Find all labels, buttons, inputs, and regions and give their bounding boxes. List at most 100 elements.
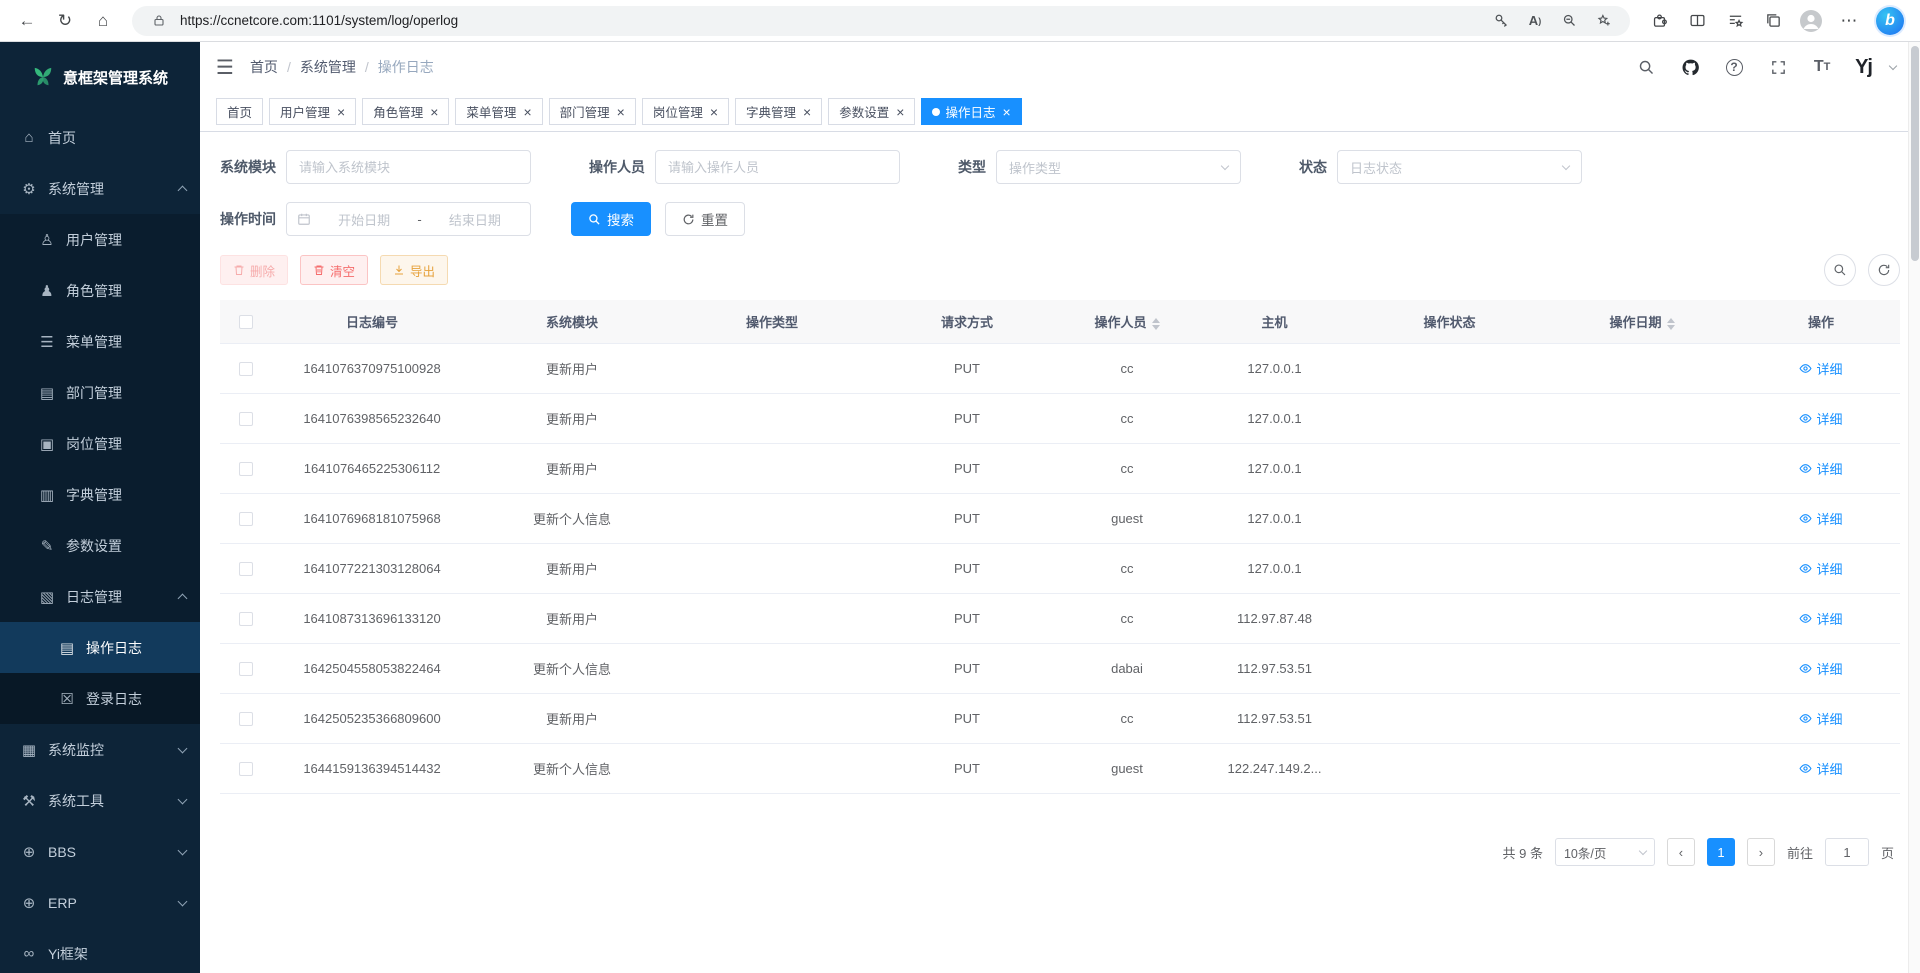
status-select[interactable]: 日志状态 bbox=[1337, 150, 1582, 184]
type-select[interactable]: 操作类型 bbox=[996, 150, 1241, 184]
zoom-out-icon[interactable] bbox=[1556, 8, 1582, 34]
select-all-checkbox[interactable] bbox=[239, 315, 253, 329]
table-refresh-button[interactable] bbox=[1868, 254, 1900, 286]
close-icon[interactable]: × bbox=[710, 105, 718, 119]
row-checkbox[interactable] bbox=[239, 562, 253, 576]
help-icon[interactable]: ? bbox=[1723, 56, 1745, 78]
export-button[interactable]: 导出 bbox=[380, 255, 448, 285]
address-bar[interactable]: https://ccnetcore.com:1101/system/log/op… bbox=[132, 6, 1630, 36]
reset-button[interactable]: 重置 bbox=[665, 202, 745, 236]
header-search-icon[interactable] bbox=[1635, 56, 1657, 78]
github-icon[interactable] bbox=[1679, 56, 1701, 78]
operator-input[interactable] bbox=[655, 150, 900, 184]
date-range-input[interactable]: 开始日期 - 结束日期 bbox=[286, 202, 531, 236]
row-checkbox[interactable] bbox=[239, 512, 253, 526]
sidebar-item-bbs[interactable]: ⊕BBS bbox=[0, 826, 200, 877]
sidebar-item-post[interactable]: ▣岗位管理 bbox=[0, 418, 200, 469]
chevron-down-icon[interactable] bbox=[1882, 56, 1904, 78]
prev-page-button[interactable]: ‹ bbox=[1667, 838, 1695, 866]
detail-link[interactable]: 详细 bbox=[1799, 459, 1842, 478]
password-key-icon[interactable] bbox=[1488, 8, 1514, 34]
scrollbar-thumb[interactable] bbox=[1911, 46, 1919, 261]
tab-item[interactable]: 参数设置× bbox=[828, 98, 915, 125]
url-text[interactable]: https://ccnetcore.com:1101/system/log/op… bbox=[180, 13, 1480, 28]
browser-more-menu-icon[interactable]: ⋯ bbox=[1832, 5, 1866, 37]
detail-link[interactable]: 详细 bbox=[1799, 409, 1842, 428]
profile-avatar[interactable] bbox=[1794, 5, 1828, 37]
detail-link[interactable]: 详细 bbox=[1799, 509, 1842, 528]
detail-link[interactable]: 详细 bbox=[1799, 659, 1842, 678]
row-checkbox[interactable] bbox=[239, 662, 253, 676]
fullscreen-icon[interactable] bbox=[1767, 56, 1789, 78]
breadcrumb-item[interactable]: 首页 bbox=[250, 57, 278, 77]
user-avatar[interactable]: Yj bbox=[1855, 56, 1872, 79]
search-button[interactable]: 搜索 bbox=[571, 202, 651, 236]
split-screen-icon[interactable] bbox=[1680, 5, 1714, 37]
extensions-icon[interactable] bbox=[1642, 5, 1676, 37]
favorites-bar-icon[interactable] bbox=[1718, 5, 1752, 37]
detail-link[interactable]: 详细 bbox=[1799, 709, 1842, 728]
sidebar-item-param[interactable]: ✎参数设置 bbox=[0, 520, 200, 571]
next-page-button[interactable]: › bbox=[1747, 838, 1775, 866]
sidebar-item-yiframe[interactable]: ∞Yi框架 bbox=[0, 928, 200, 973]
sidebar-item-dept[interactable]: ▤部门管理 bbox=[0, 367, 200, 418]
collections-icon[interactable] bbox=[1756, 5, 1790, 37]
column-header[interactable]: 操作人员 bbox=[1062, 300, 1192, 344]
row-checkbox[interactable] bbox=[239, 762, 253, 776]
tab-item[interactable]: 用户管理× bbox=[269, 98, 356, 125]
close-icon[interactable]: × bbox=[430, 105, 438, 119]
sidebar-item-menu[interactable]: ☰菜单管理 bbox=[0, 316, 200, 367]
row-checkbox[interactable] bbox=[239, 612, 253, 626]
page-size-select[interactable]: 10条/页 bbox=[1555, 838, 1655, 866]
sidebar-item-role[interactable]: ♟角色管理 bbox=[0, 265, 200, 316]
breadcrumb-item[interactable]: 系统管理 bbox=[300, 57, 356, 77]
close-icon[interactable]: × bbox=[617, 105, 625, 119]
goto-page-input[interactable] bbox=[1825, 838, 1869, 866]
module-input[interactable] bbox=[286, 150, 531, 184]
close-icon[interactable]: × bbox=[523, 105, 531, 119]
font-size-icon[interactable]: TT bbox=[1811, 56, 1833, 78]
row-checkbox[interactable] bbox=[239, 712, 253, 726]
sidebar-item-tool[interactable]: ⚒系统工具 bbox=[0, 775, 200, 826]
sidebar-item-home[interactable]: ⌂首页 bbox=[0, 112, 200, 163]
sort-carets-icon[interactable] bbox=[1152, 318, 1160, 330]
sidebar-item-dict[interactable]: ▥字典管理 bbox=[0, 469, 200, 520]
detail-link[interactable]: 详细 bbox=[1799, 609, 1842, 628]
row-checkbox[interactable] bbox=[239, 462, 253, 476]
current-page-button[interactable]: 1 bbox=[1707, 838, 1735, 866]
hamburger-icon[interactable]: ☰ bbox=[216, 55, 234, 80]
tab-item[interactable]: 岗位管理× bbox=[642, 98, 729, 125]
app-logo[interactable]: 意框架管理系统 bbox=[0, 42, 200, 112]
sidebar-item-erp[interactable]: ⊕ERP bbox=[0, 877, 200, 928]
row-checkbox[interactable] bbox=[239, 362, 253, 376]
sidebar-item-operlog[interactable]: ▤操作日志 bbox=[0, 622, 200, 673]
sidebar-item-log[interactable]: ▧日志管理 bbox=[0, 571, 200, 622]
tab-item[interactable]: 字典管理× bbox=[735, 98, 822, 125]
tab-item[interactable]: 操作日志× bbox=[921, 98, 1021, 125]
table-search-toggle-button[interactable] bbox=[1824, 254, 1856, 286]
tab-item[interactable]: 部门管理× bbox=[549, 98, 636, 125]
read-aloud-icon[interactable]: A) bbox=[1522, 8, 1548, 34]
detail-link[interactable]: 详细 bbox=[1799, 359, 1842, 378]
detail-link[interactable]: 详细 bbox=[1799, 559, 1842, 578]
window-scrollbar[interactable] bbox=[1908, 42, 1920, 973]
bing-copilot-icon[interactable]: b bbox=[1876, 7, 1904, 35]
back-button[interactable]: ← bbox=[10, 5, 44, 37]
close-icon[interactable]: × bbox=[1002, 105, 1010, 119]
column-header[interactable]: 操作日期 bbox=[1542, 300, 1742, 344]
delete-button[interactable]: 删除 bbox=[220, 255, 288, 285]
detail-link[interactable]: 详细 bbox=[1799, 759, 1842, 778]
close-icon[interactable]: × bbox=[896, 105, 904, 119]
close-icon[interactable]: × bbox=[803, 105, 811, 119]
tab-item[interactable]: 角色管理× bbox=[362, 98, 449, 125]
sidebar-item-system[interactable]: ⚙系统管理 bbox=[0, 163, 200, 214]
clear-button[interactable]: 清空 bbox=[300, 255, 368, 285]
sidebar-item-loginlog[interactable]: ☒登录日志 bbox=[0, 673, 200, 724]
tab-item[interactable]: 菜单管理× bbox=[455, 98, 542, 125]
row-checkbox[interactable] bbox=[239, 412, 253, 426]
sidebar-item-user[interactable]: ♙用户管理 bbox=[0, 214, 200, 265]
browser-home-button[interactable]: ⌂ bbox=[86, 5, 120, 37]
sidebar-item-monitor[interactable]: ▦系统监控 bbox=[0, 724, 200, 775]
sort-carets-icon[interactable] bbox=[1667, 318, 1675, 330]
browser-refresh-button[interactable]: ↻ bbox=[48, 5, 82, 37]
